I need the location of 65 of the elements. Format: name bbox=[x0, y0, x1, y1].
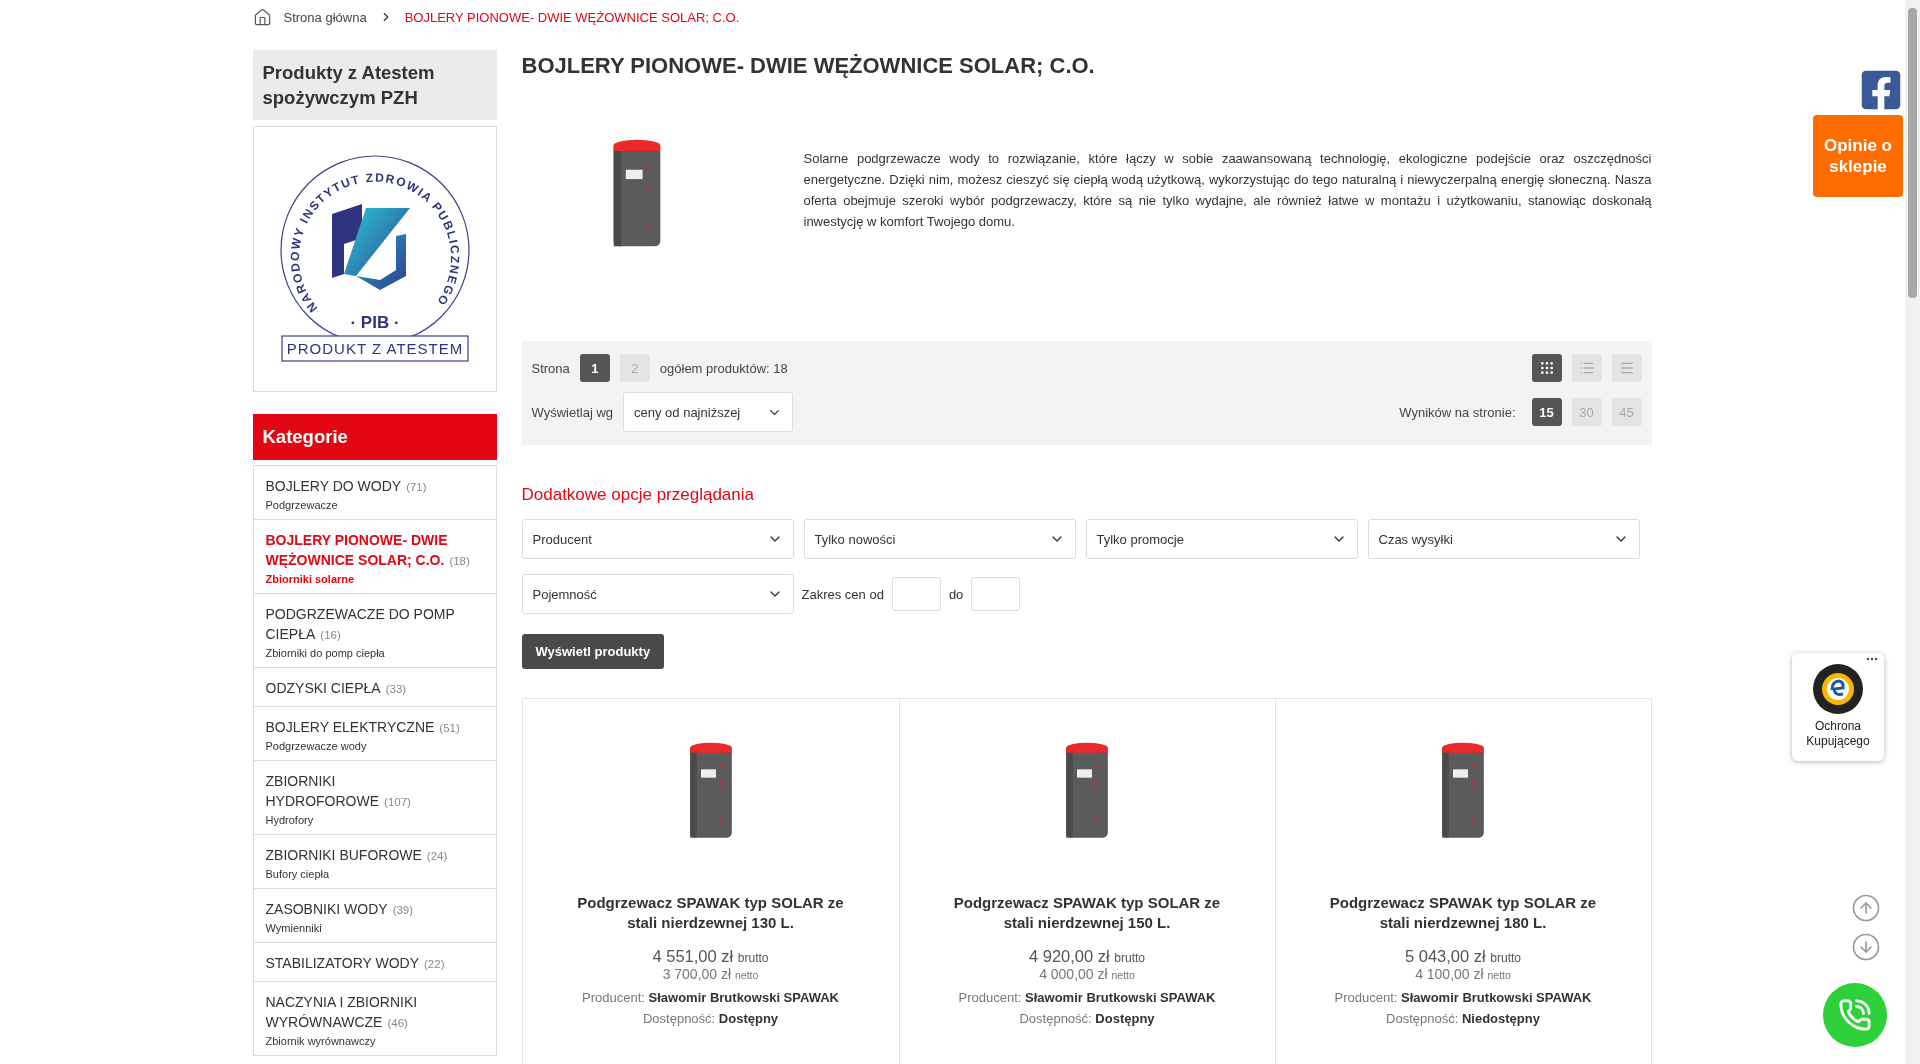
price-to-label: do bbox=[948, 586, 964, 602]
scrollbar[interactable] bbox=[1905, 0, 1920, 1064]
category-item[interactable]: PODGRZEWACZE DO POMP CIEPŁA (16) Zbiorniki do pomp ciepła bbox=[253, 594, 496, 668]
scroll-up-icon[interactable] bbox=[1851, 893, 1881, 923]
product-name[interactable]: Podgrzewacz SPAWAK typ SOLAR ze stali nierdzewnej 130 L. bbox=[560, 893, 861, 933]
page-link[interactable]: 1 bbox=[579, 354, 610, 382]
price-from-field[interactable] bbox=[891, 577, 941, 611]
rows-view-icon bbox=[1618, 360, 1635, 376]
page-title: BOJLERY PIONOWE- DWIE WĘŻOWNICE SOLAR; C.O. bbox=[521, 53, 1096, 79]
sort-label: Wyświetlaj wg bbox=[531, 404, 613, 420]
view-toggle[interactable] bbox=[1611, 354, 1642, 382]
product-name[interactable]: Podgrzewacz SPAWAK typ SOLAR ze stali nierdzewnej 150 L. bbox=[937, 893, 1237, 933]
net-price: 4 000,00 zł netto bbox=[1039, 966, 1135, 982]
producer-text: Producent: Sławomir Brutkowski SPAWAK bbox=[582, 990, 839, 1005]
filter-select[interactable]: Czas wysyłki bbox=[1367, 519, 1640, 559]
price-range-label: Zakres cen od bbox=[801, 586, 884, 602]
breadcrumb-link[interactable]: Strona główna bbox=[283, 9, 367, 25]
show-products-button[interactable]: Wyświetl produkty bbox=[521, 634, 665, 669]
category-item[interactable]: ZASOBNIKI WODY (39) Wymienniki bbox=[253, 889, 496, 943]
category-item[interactable]: ODZYSKI CIEPŁA (33) bbox=[253, 668, 496, 707]
category-item[interactable]: ZBIORNIKI HYDROFOROWE (107) Hydrofory bbox=[253, 761, 496, 835]
producer-text: Producent: Sławomir Brutkowski SPAWAK bbox=[1334, 990, 1592, 1005]
view-toggle[interactable] bbox=[1571, 354, 1602, 382]
category-item[interactable]: BOJLERY PIONOWE- DWIE WĘŻOWNICE SOLAR; C.O. (18) Zbiorniki solarne bbox=[253, 520, 496, 594]
page-label: Strona bbox=[531, 360, 570, 376]
filters-heading: Dodatkowe opcje przeglądania bbox=[521, 485, 755, 505]
sort-select[interactable]: ceny od najniższej bbox=[623, 392, 793, 432]
gross-price: 4 551,00 zł brutto bbox=[652, 947, 769, 966]
per-page-label: Wyników na stronie: bbox=[1399, 404, 1516, 420]
gross-price: 4 920,00 zł brutto bbox=[1029, 947, 1145, 966]
more-icon[interactable] bbox=[1866, 657, 1878, 661]
availability-text: Dostępność: Niedostępny bbox=[1386, 1011, 1540, 1026]
category-item[interactable]: NACZYNIA I ZBIORNIKI WYRÓWNAWCZE (46) Zbiornik wyrównawczy bbox=[253, 982, 496, 1056]
price-to-field[interactable] bbox=[971, 577, 1021, 611]
breadcrumb-current[interactable]: BOJLERY PIONOWE- DWIE WĘŻOWNICE SOLAR; C.O. bbox=[404, 9, 740, 25]
phone-icon bbox=[1838, 998, 1872, 1032]
trust-badge[interactable]: Ochrona Kupującego bbox=[1792, 653, 1884, 761]
net-price: 3 700,00 zł netto bbox=[662, 966, 759, 982]
category-description: Solarne podgrzewacze wody to rozwiązanie, które łączy w sobie zaawansowaną technologię, ekologiczne podejście oraz oszczędności energetyczne. Dzięki nim, możesz cieszyć się ciepłą wodą użytkową, wykorzystując do tego naturalną i niewyczerpalną energię słoneczną. Nasza oferta obejmuje szeroki wybór podgrzewaczy, które są nie tylko wydajne, ale również łatwe w montażu i użytkowaniu, stanowiąc doskonałą inwestycję w komfort Twojego domu. bbox=[803, 150, 1652, 231]
category-item[interactable]: ZBIORNIKI BUFOROWE (24) Bufory ciepła bbox=[253, 835, 496, 889]
product-name[interactable]: Podgrzewacz SPAWAK typ SOLAR ze stali nierdzewnej 180 L. bbox=[1313, 893, 1613, 933]
category-item[interactable]: STABILIZATORY WODY (22) bbox=[253, 943, 496, 982]
availability-text: Dostępność: Dostępny bbox=[642, 1011, 779, 1026]
grid-view-icon bbox=[1538, 360, 1555, 376]
filter-select[interactable]: Producent bbox=[521, 519, 794, 559]
category-item[interactable]: BOJLERY DO WODY (71) Podgrzewacze bbox=[253, 466, 496, 520]
filter-select[interactable]: Tylko promocje bbox=[1085, 519, 1358, 559]
list-view-icon bbox=[1578, 360, 1595, 376]
view-toggle[interactable] bbox=[1531, 354, 1562, 382]
scroll-down-icon[interactable] bbox=[1851, 932, 1881, 962]
net-price: 4 100,00 zł netto bbox=[1415, 966, 1511, 982]
gross-price: 5 043,00 zł brutto bbox=[1405, 947, 1521, 966]
trust-badge-label: Ochrona Kupującego bbox=[1805, 719, 1871, 749]
category-item[interactable]: BOJLERY ELEKTRYCZNE (51) Podgrzewacze wody bbox=[253, 707, 496, 761]
availability-text: Dostępność: Dostępny bbox=[1019, 1011, 1155, 1026]
facebook-icon[interactable] bbox=[1859, 68, 1903, 112]
product-total: ogółem produktów: 18 bbox=[659, 360, 788, 376]
promo-heading: Produkty z Atestem spożywczym PZH bbox=[252, 50, 497, 120]
categories-heading: Kategorie bbox=[252, 414, 497, 460]
per-page-link[interactable]: 15 bbox=[1531, 398, 1562, 426]
home-icon[interactable] bbox=[252, 7, 272, 27]
filter-select[interactable]: Tylko nowości bbox=[803, 519, 1076, 559]
producer-text: Producent: Sławomir Brutkowski SPAWAK bbox=[958, 990, 1216, 1005]
seal-icon bbox=[1812, 663, 1864, 715]
filter-select[interactable]: Pojemność bbox=[521, 574, 794, 614]
